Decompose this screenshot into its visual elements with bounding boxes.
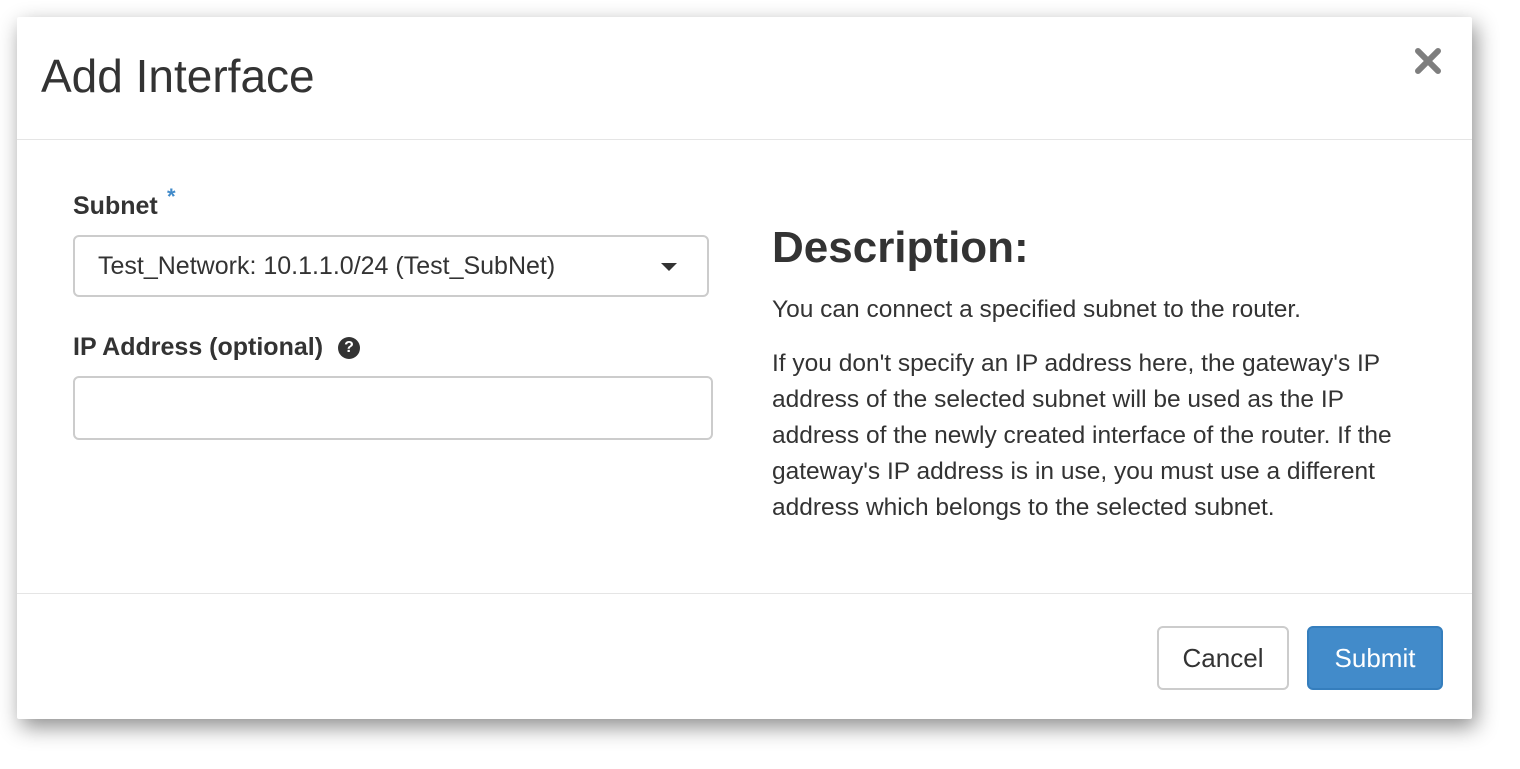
description-heading: Description: xyxy=(772,223,1029,272)
subnet-select[interactable]: Test_Network: 10.1.1.0/24 (Test_SubNet) xyxy=(73,235,709,297)
dialog-title: Add Interface xyxy=(41,50,315,102)
add-interface-dialog: Add Interface Subnet * Test_Network: 10.… xyxy=(17,17,1472,719)
ip-address-input[interactable] xyxy=(73,376,713,440)
dialog-body: Subnet * Test_Network: 10.1.1.0/24 (Test… xyxy=(17,140,1472,593)
description-paragraph-1: You can connect a specified subnet to th… xyxy=(772,296,1301,323)
question-circle-icon[interactable]: ? xyxy=(338,337,360,359)
submit-button[interactable]: Submit xyxy=(1307,626,1443,690)
subnet-selected-value: Test_Network: 10.1.1.0/24 (Test_SubNet) xyxy=(98,252,556,280)
cancel-button[interactable]: Cancel xyxy=(1157,626,1289,690)
description-paragraph-2: If you don't specify an IP address here,… xyxy=(772,350,1392,521)
dialog-header: Add Interface xyxy=(17,17,1472,140)
chevron-down-icon xyxy=(661,263,677,271)
subnet-label: Subnet xyxy=(73,192,158,220)
dialog-footer: Cancel Submit xyxy=(17,593,1472,720)
ip-address-label: IP Address (optional) xyxy=(73,333,324,361)
required-marker: * xyxy=(167,184,176,209)
close-button[interactable] xyxy=(1412,45,1444,77)
close-icon xyxy=(1412,45,1444,77)
